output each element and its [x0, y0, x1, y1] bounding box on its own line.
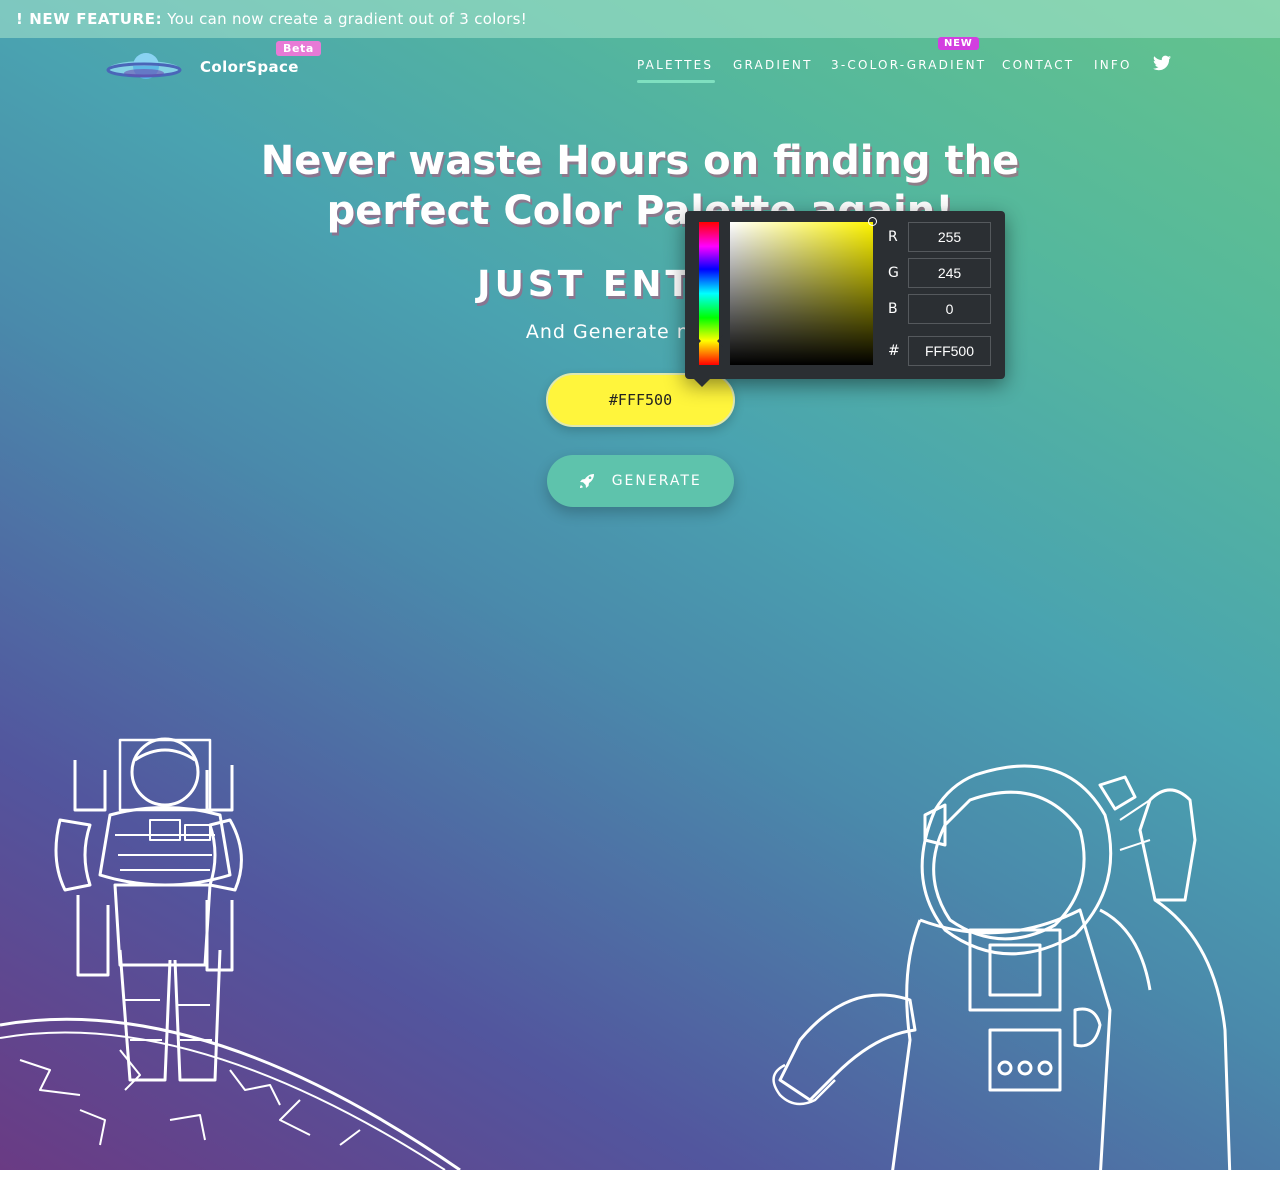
nav-info[interactable]: INFO — [1094, 58, 1132, 72]
hex-label: # — [888, 343, 900, 359]
hero-background: ! NEW FEATURE: You can now create a grad… — [0, 0, 1280, 1170]
saturation-cursor[interactable] — [868, 217, 877, 226]
announcement-bar: ! NEW FEATURE: You can now create a grad… — [0, 0, 1280, 38]
saturation-area[interactable] — [730, 222, 873, 365]
twitter-icon[interactable] — [1153, 55, 1171, 71]
astronaut-waving-illustration — [772, 764, 1232, 1170]
brand-name[interactable]: ColorSpace — [200, 58, 299, 76]
generate-label: GENERATE — [611, 473, 702, 489]
astronaut-on-planet-illustration — [0, 737, 461, 1170]
r-field[interactable] — [908, 222, 991, 252]
page-bottom-strip — [0, 1170, 1280, 1187]
announcement-text: You can now create a gradient out of 3 c… — [167, 10, 528, 28]
nav-palettes[interactable]: PALETTES — [637, 58, 716, 83]
rocket-icon — [580, 474, 595, 488]
color-picker-popover[interactable]: R G B # — [685, 211, 1005, 379]
new-badge: NEW — [938, 37, 979, 50]
generate-button[interactable]: GENERATE — [547, 455, 734, 507]
r-label: R — [888, 229, 898, 245]
beta-badge: Beta — [276, 41, 321, 56]
b-field[interactable] — [908, 294, 991, 324]
headline-line-1: Never waste Hours on finding the — [260, 138, 1020, 184]
g-label: G — [888, 265, 899, 281]
hue-slider-handle[interactable] — [695, 335, 723, 347]
picker-pointer — [694, 379, 710, 387]
nav-contact[interactable]: CONTACT — [1002, 58, 1074, 72]
g-field[interactable] — [908, 258, 991, 288]
planet-icon[interactable] — [106, 50, 182, 86]
nav-gradient[interactable]: GRADIENT — [733, 58, 813, 72]
nav-3-color-gradient[interactable]: 3-COLOR-GRADIENT — [831, 58, 986, 72]
b-label: B — [888, 301, 898, 317]
hex-field[interactable] — [908, 336, 991, 366]
announcement-prefix: ! NEW FEATURE: — [16, 10, 163, 28]
